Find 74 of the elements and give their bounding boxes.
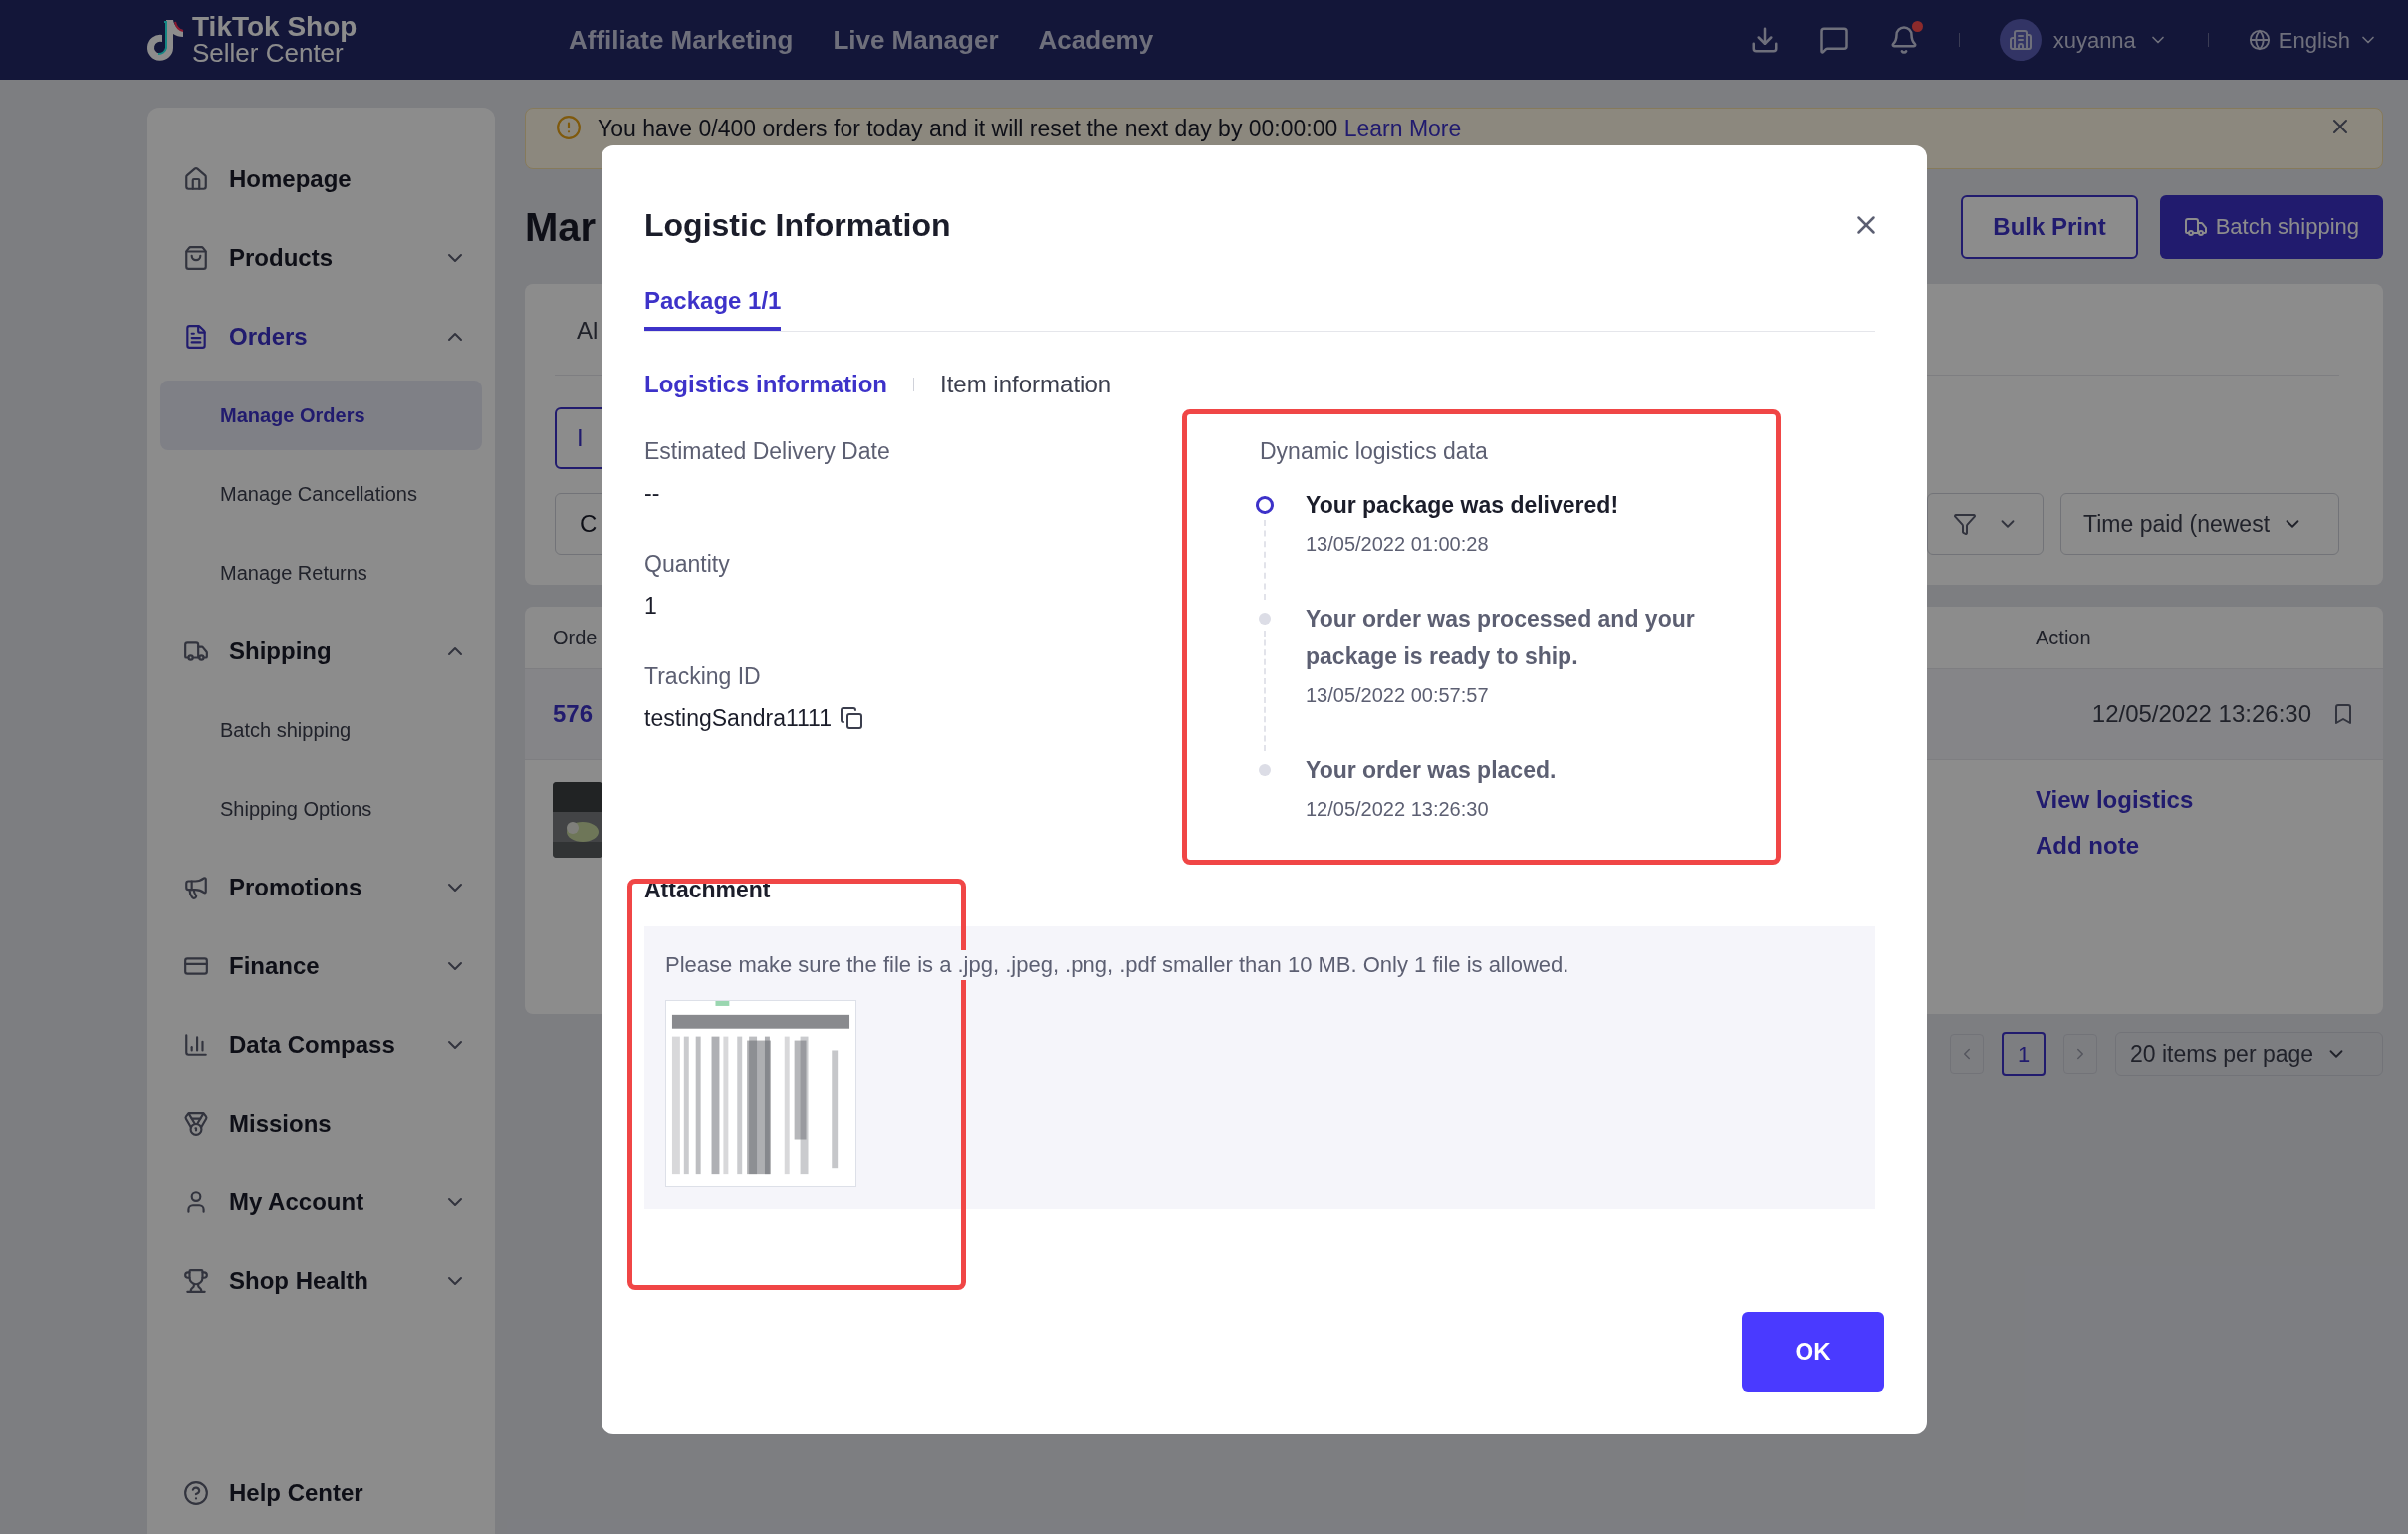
copy-icon[interactable]: [840, 706, 863, 730]
tracking-title: Dynamic logistics data: [1260, 437, 1489, 466]
learn-more-link[interactable]: Learn More: [1343, 116, 1462, 141]
sidebar-item[interactable]: My Account: [147, 1162, 495, 1241]
sidebar-subitem[interactable]: Manage Returns: [160, 537, 482, 608]
medal-icon: [183, 1110, 209, 1137]
sidebar-subitem[interactable]: Shipping Options: [160, 773, 482, 844]
warning-icon: [556, 115, 582, 140]
bar-chart-icon: [183, 1031, 209, 1058]
sidebar-item[interactable]: Homepage: [147, 139, 495, 218]
section-tab[interactable]: Item information: [940, 367, 1112, 402]
field-value: testingSandra1111: [644, 703, 832, 733]
page-button[interactable]: 1: [2002, 1032, 2046, 1076]
event-text: Your package was delivered!: [1306, 491, 1620, 520]
action-link[interactable]: View logistics: [2036, 782, 2355, 818]
event-time: 12/05/2022 13:26:30: [1306, 797, 1490, 822]
event-time: 13/05/2022 00:57:57: [1306, 683, 1490, 708]
event-text: Your order was processed and your package is ready to ship.: [1306, 605, 1696, 671]
language-selector[interactable]: English: [2278, 23, 2350, 57]
column-header: Orde: [553, 626, 598, 650]
event-time: 13/05/2022 01:00:28: [1306, 532, 1490, 557]
package-tab[interactable]: Package 1/1: [644, 283, 782, 331]
building-icon: [2008, 28, 2033, 52]
chat-icon[interactable]: [1818, 25, 1849, 55]
section-tab[interactable]: Logistics information: [644, 367, 887, 402]
megaphone-icon: [183, 874, 209, 900]
sidebar-item[interactable]: Help Center: [147, 1453, 495, 1532]
bulk-print-button[interactable]: Bulk Print: [1961, 194, 2138, 259]
nav-link[interactable]: Academy: [1038, 20, 1154, 60]
notice-text: You have 0/400 orders for today and it will reset the next day by 00:00:00 Learn More: [598, 115, 1462, 142]
sidebar-subitem[interactable]: Manage Orders: [160, 380, 482, 450]
page-title: Mar: [525, 203, 597, 251]
user-name[interactable]: xuyanna: [2052, 23, 2136, 57]
sidebar-item[interactable]: Missions: [147, 1084, 495, 1162]
sidebar-item[interactable]: Orders: [147, 297, 495, 376]
sidebar-item[interactable]: Shop Health: [147, 1241, 495, 1320]
globe-icon[interactable]: [2248, 29, 2271, 51]
ok-button[interactable]: OK: [1742, 1312, 1884, 1392]
nav-link[interactable]: Affiliate Marketing: [569, 20, 794, 60]
order-id-link[interactable]: 576: [553, 696, 594, 732]
help-icon: [183, 1479, 209, 1506]
field-value: --: [644, 478, 660, 508]
sidebar-item[interactable]: Promotions: [147, 848, 495, 926]
column-header: Action: [2036, 626, 2092, 650]
home-icon: [183, 165, 209, 192]
batch-shipping-button[interactable]: Batch shipping: [2159, 194, 2383, 259]
sidebar-subitem[interactable]: Batch shipping: [160, 694, 482, 765]
status-tab[interactable]: Al: [577, 313, 599, 349]
sidebar-item[interactable]: Finance: [147, 926, 495, 1005]
upload-hint: Please make sure the file is a .jpg, .jpeg, .png, .pdf smaller than 10 MB. Only 1 file is allowed.: [665, 950, 1569, 980]
logo-title: TikTok Shop: [192, 14, 358, 40]
document-icon: [183, 323, 209, 350]
action-link[interactable]: Add note: [2036, 828, 2355, 864]
modal-title: Logistic Information: [644, 206, 951, 245]
trophy-icon: [183, 1267, 209, 1294]
table-cell-text: 12/05/2022 13:26:30: [2091, 699, 2311, 729]
filter-dropdown[interactable]: [1927, 493, 2044, 555]
logo-icon: [144, 18, 184, 62]
filter-icon: [1952, 512, 1977, 536]
bag-icon: [183, 244, 209, 271]
field-label: Quantity: [644, 550, 731, 579]
sidebar-item[interactable]: Data Compass: [147, 1005, 495, 1084]
sidebar-item[interactable]: Products: [147, 218, 495, 297]
sort-dropdown[interactable]: Time paid (newest: [2060, 493, 2339, 555]
sidebar-subitem[interactable]: Manage Cancellations: [160, 458, 482, 529]
sidebar-item[interactable]: Shipping: [147, 612, 495, 690]
page-size-dropdown[interactable]: 20 items per page: [2115, 1032, 2383, 1076]
nav-link[interactable]: Live Manager: [833, 20, 999, 60]
event-text: Your order was placed.: [1306, 756, 1558, 785]
field-label: Estimated Delivery Date: [644, 437, 891, 466]
field-value: 1: [644, 591, 657, 621]
avatar[interactable]: [1999, 19, 2042, 61]
attachment-title: Attachment: [644, 876, 772, 904]
field-label: Tracking ID: [644, 662, 762, 691]
